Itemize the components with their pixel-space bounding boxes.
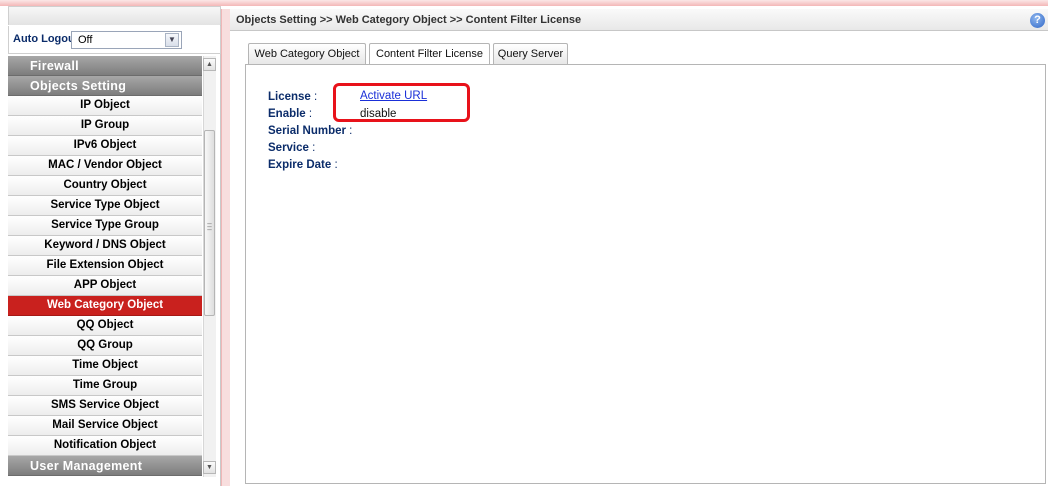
serial-number-label: Serial Number : [268,125,353,137]
service-label: Service : [268,142,316,154]
sidebar-item-ip-object[interactable]: IP Object [8,96,202,116]
enable-label: Enable : [268,108,313,120]
sidebar-item-file-extension-object[interactable]: File Extension Object [8,256,202,276]
menu-category-user-management[interactable]: User Management [8,456,202,476]
sidebar-item-notification-object[interactable]: Notification Object [8,436,202,456]
scroll-up-icon[interactable]: ▲ [203,58,216,71]
sidebar-item-keyword-dns-object[interactable]: Keyword / DNS Object [8,236,202,256]
tab-web-category-object[interactable]: Web Category Object [248,43,366,65]
pane-divider [221,9,230,486]
sidebar-item-service-type-group[interactable]: Service Type Group [8,216,202,236]
sidebar-menu: Firewall Objects Setting IP Object IP Gr… [8,56,202,476]
sidebar-item-mac-vendor-object[interactable]: MAC / Vendor Object [8,156,202,176]
sidebar-header [8,6,221,25]
sidebar-item-mail-service-object[interactable]: Mail Service Object [8,416,202,436]
sidebar-item-qq-object[interactable]: QQ Object [8,316,202,336]
chevron-down-icon[interactable]: ▼ [165,33,179,47]
menu-category-objects-setting[interactable]: Objects Setting [8,76,202,96]
sidebar-item-sms-service-object[interactable]: SMS Service Object [8,396,202,416]
content-panel [245,64,1046,484]
license-label: License : [268,91,318,103]
breadcrumb: Objects Setting >> Web Category Object >… [230,9,1048,31]
sidebar-item-ip-group[interactable]: IP Group [8,116,202,136]
highlight-box [333,83,470,122]
sidebar-item-qq-group[interactable]: QQ Group [8,336,202,356]
expire-date-label: Expire Date : [268,159,338,171]
auto-logout-row: Auto Logout : Off ▼ [8,26,221,54]
sidebar-item-country-object[interactable]: Country Object [8,176,202,196]
sidebar-item-time-group[interactable]: Time Group [8,376,202,396]
menu-category-firewall[interactable]: Firewall [8,56,202,76]
auto-logout-value: Off [78,34,93,46]
sidebar-item-time-object[interactable]: Time Object [8,356,202,376]
tab-content-filter-license[interactable]: Content Filter License [369,43,490,66]
scroll-down-icon[interactable]: ▼ [203,461,216,474]
grip-icon: – – – [207,219,212,234]
tab-query-server[interactable]: Query Server [493,43,568,65]
auto-logout-select[interactable]: Off ▼ [71,31,182,49]
sidebar-item-service-type-object[interactable]: Service Type Object [8,196,202,216]
help-icon[interactable]: ? [1030,13,1045,28]
sidebar-item-web-category-object[interactable]: Web Category Object [8,296,202,316]
breadcrumb-text: Objects Setting >> Web Category Object >… [236,14,582,26]
sidebar-item-ipv6-object[interactable]: IPv6 Object [8,136,202,156]
sidebar-item-app-object[interactable]: APP Object [8,276,202,296]
